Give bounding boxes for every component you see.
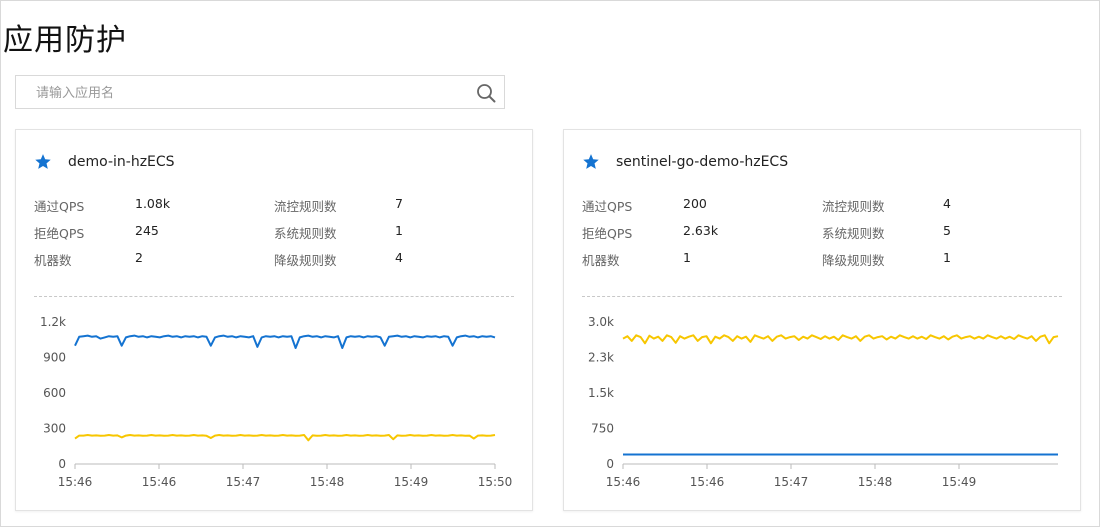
x-tick-label: 15:46	[606, 475, 641, 489]
degrade-rules-label: 降级规则数	[822, 253, 885, 268]
flow-rules-label: 流控规则数	[822, 199, 885, 214]
y-tick-label: 1.2k	[40, 315, 66, 329]
stat-row: 通过QPS 200 流控规则数 4	[582, 196, 1062, 223]
app-card[interactable]: sentinel-go-demo-hzECS 通过QPS 200 流控规则数 4…	[563, 129, 1081, 511]
system-rules-value: 1	[395, 223, 403, 238]
y-tick-label: 0	[606, 457, 614, 471]
y-tick-label: 1.5k	[588, 386, 614, 400]
machines-label: 机器数	[582, 253, 620, 268]
star-icon[interactable]	[582, 153, 600, 171]
app-name[interactable]: sentinel-go-demo-hzECS	[616, 154, 788, 170]
search-icon[interactable]	[476, 83, 496, 103]
x-tick-label: 15:50	[478, 475, 513, 489]
system-rules-label: 系统规则数	[822, 226, 885, 241]
stat-row: 机器数 2 降级规则数 4	[34, 250, 514, 277]
stat-row: 拒绝QPS 2.63k 系统规则数 5	[582, 223, 1062, 250]
y-tick-label: 600	[43, 386, 66, 400]
x-tick-label: 15:49	[394, 475, 429, 489]
card-header: sentinel-go-demo-hzECS	[582, 150, 788, 174]
qps-line-chart: 0 750 1.5k 2.3k 3.0k 15:46 15:46 15:47 15:48 15:4…	[588, 315, 1059, 489]
star-icon[interactable]	[34, 153, 52, 171]
x-tick-label: 15:48	[310, 475, 345, 489]
pass-qps-label: 通过QPS	[582, 199, 633, 214]
stat-row: 拒绝QPS 245 系统规则数 1	[34, 223, 514, 250]
card-header: demo-in-hzECS	[34, 150, 175, 174]
block-qps-label: 拒绝QPS	[582, 226, 633, 241]
app-name[interactable]: demo-in-hzECS	[68, 154, 175, 170]
degrade-rules-label: 降级规则数	[274, 253, 337, 268]
qps-line-chart: 0 300 600 900 1.2k 15:46 15:46 15:47 15:48 15:49 1…	[40, 315, 513, 489]
search-input[interactable]	[34, 76, 478, 110]
machines-value: 1	[683, 250, 691, 265]
block-qps-label: 拒绝QPS	[34, 226, 85, 241]
search-box[interactable]	[15, 75, 505, 110]
y-tick-label: 2.3k	[588, 351, 614, 365]
y-tick-label: 3.0k	[588, 315, 614, 329]
flow-rules-value: 4	[943, 196, 951, 211]
x-tick-label: 15:48	[858, 475, 893, 489]
app-protection-page: 应用防护 demo-in-hzECS 通过QPS 1.08k 流控规则数 7 拒…	[0, 0, 1100, 527]
series-line	[74, 434, 496, 442]
pass-qps-value: 200	[683, 196, 707, 211]
stat-row: 通过QPS 1.08k 流控规则数 7	[34, 196, 514, 223]
app-stats: 通过QPS 1.08k 流控规则数 7 拒绝QPS 245 系统规则数 1 机器…	[34, 196, 514, 277]
stat-row: 机器数 1 降级规则数 1	[582, 250, 1062, 277]
block-qps-value: 245	[135, 223, 159, 238]
app-card[interactable]: demo-in-hzECS 通过QPS 1.08k 流控规则数 7 拒绝QPS …	[15, 129, 533, 511]
card-divider	[34, 296, 514, 297]
page-title: 应用防护	[3, 23, 127, 58]
machines-value: 2	[135, 250, 143, 265]
flow-rules-label: 流控规则数	[274, 199, 337, 214]
degrade-rules-value: 4	[395, 250, 403, 265]
app-stats: 通过QPS 200 流控规则数 4 拒绝QPS 2.63k 系统规则数 5 机器…	[582, 196, 1062, 277]
block-qps-value: 2.63k	[683, 223, 719, 238]
system-rules-label: 系统规则数	[274, 226, 337, 241]
x-tick-label: 15:47	[774, 475, 809, 489]
system-rules-value: 5	[943, 223, 951, 238]
y-tick-label: 900	[43, 351, 66, 365]
series-line	[622, 334, 1059, 345]
flow-rules-value: 7	[395, 196, 403, 211]
x-tick-label: 15:47	[226, 475, 261, 489]
degrade-rules-value: 1	[943, 250, 951, 265]
machines-label: 机器数	[34, 253, 72, 268]
x-tick-label: 15:46	[690, 475, 725, 489]
card-divider	[582, 296, 1062, 297]
y-tick-label: 300	[43, 422, 66, 436]
series-line	[74, 334, 496, 349]
x-tick-label: 15:49	[942, 475, 977, 489]
pass-qps-label: 通过QPS	[34, 199, 85, 214]
pass-qps-value: 1.08k	[135, 196, 171, 211]
x-tick-label: 15:46	[58, 475, 93, 489]
y-tick-label: 0	[58, 457, 66, 471]
y-tick-label: 750	[591, 422, 614, 436]
x-tick-label: 15:46	[142, 475, 177, 489]
